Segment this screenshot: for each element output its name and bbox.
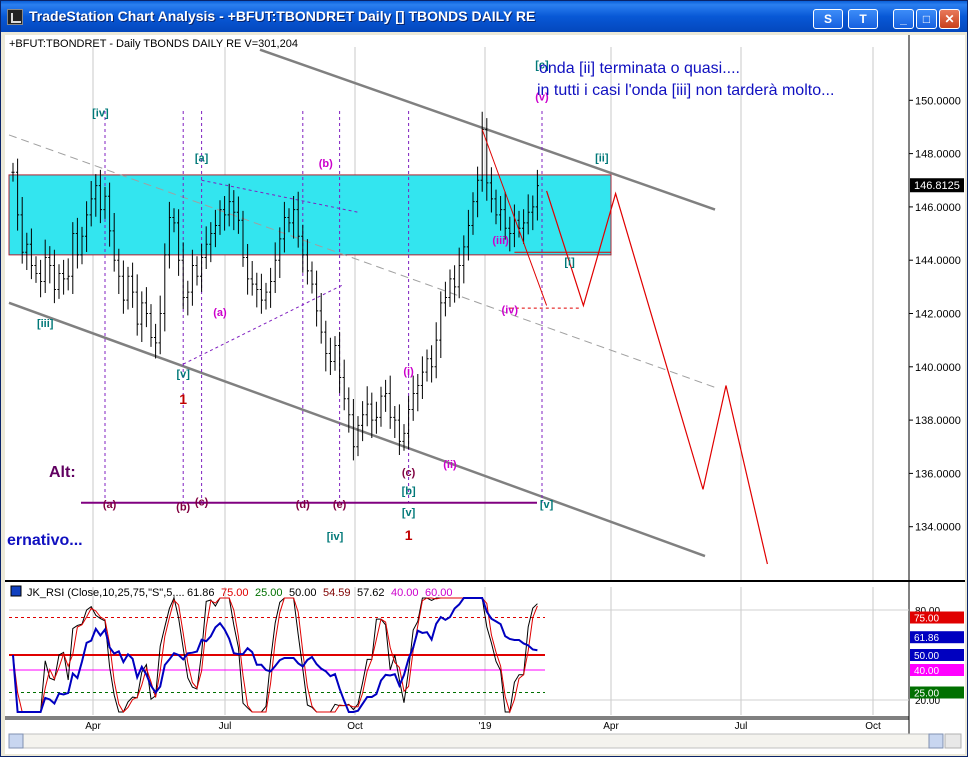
x-tick-label: Jul [219, 721, 232, 732]
wave-label: (iv) [502, 305, 519, 317]
x-tick-label: Apr [85, 721, 101, 732]
wave-label: (c) [195, 496, 209, 508]
wave-label: (iii) [492, 235, 509, 247]
rsi-readout: 75.00 [221, 587, 249, 599]
close-button[interactable]: ✕ [939, 9, 960, 29]
last-price-label: 146.8125 [914, 180, 960, 192]
y-tick-label: 136.0000 [915, 468, 961, 480]
scroll-right-button[interactable] [928, 733, 944, 749]
wave-label: [i] [564, 257, 575, 269]
wave-label: (a) [213, 307, 227, 319]
wave-label: [v] [402, 507, 416, 519]
minimize-button[interactable]: _ [893, 9, 914, 29]
x-tick-label: Apr [603, 721, 619, 732]
side-annotation: ernativo... [7, 532, 83, 549]
wave-label: [a] [195, 153, 209, 165]
wave-label: 1 [405, 527, 413, 543]
rsi-readout: 61.86 [187, 587, 215, 599]
y-tick-label: 134.0000 [915, 522, 961, 534]
window: TradeStation Chart Analysis - +BFUT:TBON… [0, 0, 968, 757]
y-tick-label: 146.0000 [915, 202, 961, 214]
rsi-readout: 57.62 [357, 587, 385, 599]
wave-label: [ii] [595, 153, 609, 165]
wave-label: [b] [402, 486, 416, 498]
s-menu-button[interactable]: S [813, 9, 843, 29]
annotation-line-1: onda [ii] terminata o quasi.... [539, 60, 740, 77]
scroll-size-grip [944, 733, 962, 749]
chart-area[interactable]: Apr Jul Oct '19 Apr Jul Oct [iv] [iii] [v] 1 [a] (a)… [5, 35, 965, 754]
scroll-left-button[interactable] [8, 733, 24, 749]
rsi-indicator-icon [10, 585, 22, 597]
wave-label: (i) [403, 366, 414, 378]
chart-canvas[interactable]: Apr Jul Oct '19 Apr Jul Oct [iv] [iii] [v] 1 [a] (a)… [5, 35, 965, 754]
price-header: +BFUT:TBONDRET - Daily TBONDS DAILY RE V… [9, 38, 298, 50]
wave-label: (a) [103, 499, 117, 511]
y-tick-label: 140.0000 [915, 362, 961, 374]
wave-label: [iii] [37, 318, 54, 330]
x-tick-label: Jul [735, 721, 748, 732]
rsi-readout: 50.00 [289, 587, 317, 599]
rsi-value-tag-label: 50.00 [914, 651, 939, 662]
chart-app-icon[interactable] [7, 9, 23, 25]
y-tick-label: 138.0000 [915, 415, 961, 427]
wave-label: [iv] [327, 531, 344, 543]
alt-label: Alt: [49, 464, 76, 481]
rsi-header: JK_RSI (Close,10,25,75,"S",5,... [27, 587, 185, 599]
annotation-line-2: in tutti i casi l'onda [iii] non tarderà… [537, 82, 834, 99]
rsi-value-tag-label: 75.00 [914, 614, 939, 625]
x-tick-label: Oct [347, 721, 363, 732]
x-tick-label: '19 [478, 721, 491, 732]
y-tick-label: 148.0000 [915, 149, 961, 161]
wave-label: (b) [319, 158, 333, 170]
wave-label: (e) [333, 499, 347, 511]
rsi-readout: 54.59 [323, 587, 351, 599]
window-title: TradeStation Chart Analysis - +BFUT:TBON… [29, 8, 536, 24]
rsi-readout: 25.00 [255, 587, 283, 599]
maximize-button[interactable]: □ [916, 9, 937, 29]
wave-label: (ii) [443, 459, 457, 471]
wave-label: [iv] [92, 107, 109, 119]
x-tick-label: Oct [865, 721, 881, 732]
y-tick-label: 144.0000 [915, 255, 961, 267]
y-tick-label: 142.0000 [915, 309, 961, 321]
wave-label: (c) [402, 467, 416, 479]
rsi-readout: 40.00 [391, 587, 419, 599]
tools-menu-button[interactable]: T [848, 9, 878, 29]
wave-label: (d) [296, 499, 310, 511]
rsi-value-tag-label: 40.00 [914, 666, 939, 677]
rsi-value-tag-label: 25.00 [914, 689, 939, 700]
wave-label: (b) [176, 502, 190, 514]
wave-label: [v] [540, 499, 554, 511]
title-bar[interactable]: TradeStation Chart Analysis - +BFUT:TBON… [1, 1, 967, 32]
rsi-readout: 60.00 [425, 587, 453, 599]
rsi-value-tag-label: 61.86 [914, 633, 939, 644]
horizontal-scrollbar[interactable] [8, 733, 944, 749]
wave-label: 1 [179, 391, 187, 407]
y-tick-label: 150.0000 [915, 95, 961, 107]
wave-label: [v] [176, 368, 190, 380]
